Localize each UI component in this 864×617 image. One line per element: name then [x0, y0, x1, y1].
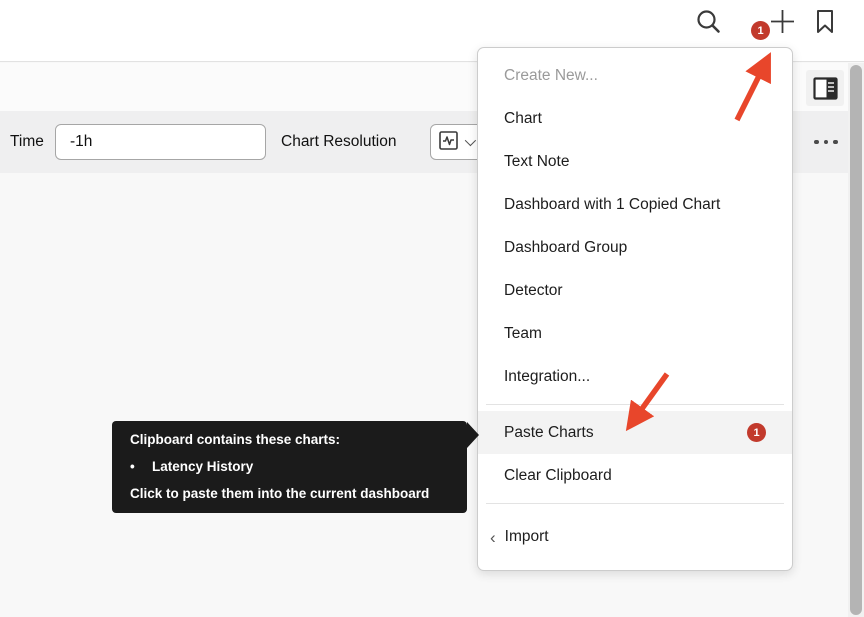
menu-item-dashboard-with-copied-chart[interactable]: Dashboard with 1 Copied Chart — [478, 183, 792, 226]
chart-resolution-label: Chart Resolution — [281, 111, 396, 173]
paste-charts-label: Paste Charts — [504, 424, 594, 442]
menu-divider — [486, 503, 784, 504]
search-icon[interactable] — [695, 8, 722, 38]
tooltip-footer: Click to paste them into the current das… — [130, 484, 449, 503]
menu-item-chart[interactable]: Chart — [478, 97, 792, 140]
menu-item-paste-charts[interactable]: Paste Charts 1 — [478, 411, 792, 454]
menu-item-clear-clipboard[interactable]: Clear Clipboard — [478, 454, 792, 497]
scrollbar-track — [848, 63, 864, 617]
chevron-down-icon — [465, 135, 476, 146]
plus-icon[interactable] — [769, 8, 796, 38]
menu-item-detector[interactable]: Detector — [478, 269, 792, 312]
menu-item-dashboard-group[interactable]: Dashboard Group — [478, 226, 792, 269]
time-input[interactable] — [55, 124, 266, 160]
menu-item-create-new-header: Create New... — [478, 54, 792, 97]
scrollbar-thumb[interactable] — [850, 65, 862, 615]
paste-charts-count-badge: 1 — [747, 423, 766, 442]
bookmark-icon[interactable] — [814, 8, 837, 38]
tooltip-chart-item: • Latency History — [130, 457, 449, 476]
more-horizontal-icon[interactable] — [804, 111, 848, 173]
menu-item-team[interactable]: Team — [478, 312, 792, 355]
chart-pulse-icon — [438, 130, 459, 154]
info-panel-icon[interactable] — [806, 70, 844, 106]
tooltip-title: Clipboard contains these charts: — [130, 430, 449, 449]
menu-item-text-note[interactable]: Text Note — [478, 140, 792, 183]
time-label: Time — [10, 111, 44, 173]
menu-item-integration[interactable]: Integration... — [478, 355, 792, 398]
menu-divider — [486, 404, 784, 405]
bullet-icon: • — [130, 457, 152, 476]
import-label: Import — [505, 528, 549, 546]
clipboard-tooltip: Clipboard contains these charts: • Laten… — [112, 421, 467, 513]
chevron-left-icon: ‹ — [490, 529, 496, 546]
clipboard-count-badge: 1 — [751, 21, 770, 40]
menu-item-import[interactable]: ‹ Import — [478, 510, 792, 564]
create-new-menu: Create New... Chart Text Note Dashboard … — [477, 47, 793, 571]
tooltip-chart-name: Latency History — [152, 457, 253, 476]
